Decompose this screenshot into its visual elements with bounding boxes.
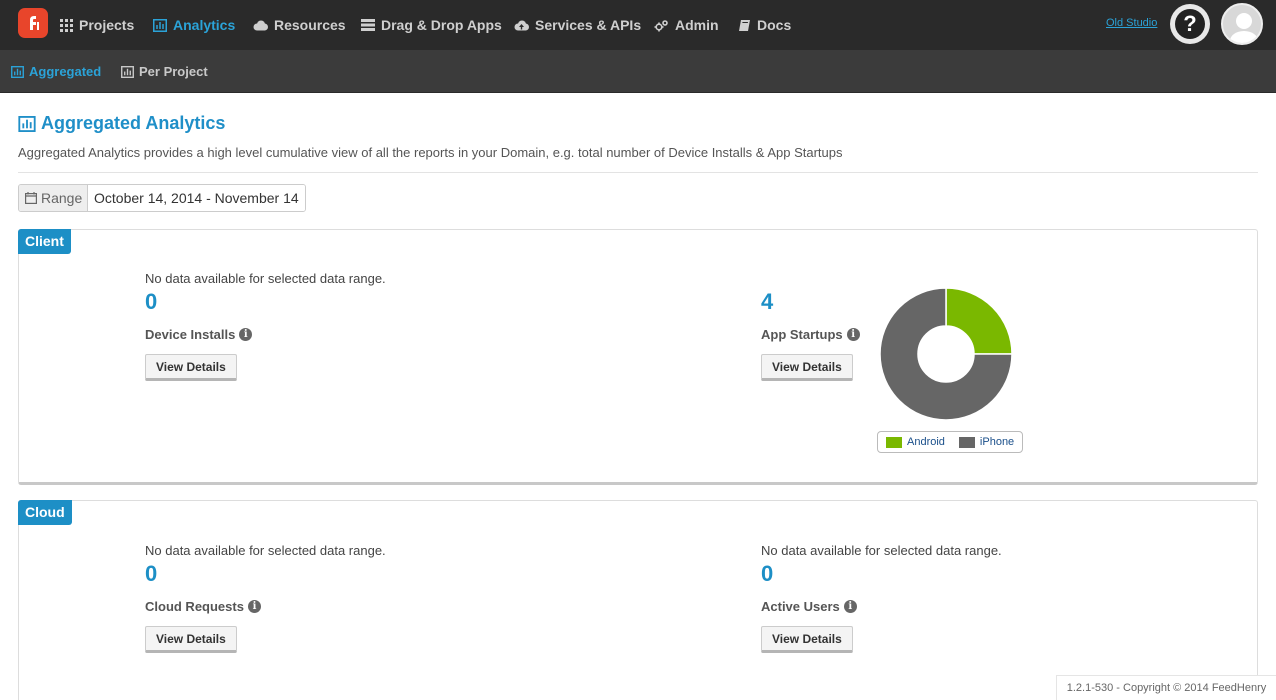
range-label-text: Range [41,190,83,206]
feedhenry-logo[interactable] [18,8,48,38]
user-avatar-icon [1230,13,1258,43]
app-startups-label: App Startups i [761,327,860,342]
nav-projects-label: Projects [79,17,135,33]
nav-admin[interactable]: Admin [654,0,719,50]
app-startups-label-text: App Startups [761,327,843,342]
device-installs-view-details-button[interactable]: View Details [145,354,237,381]
range-label: Range [19,185,88,211]
subnav-per-project[interactable]: Per Project [121,50,208,93]
bar-chart-icon [18,115,36,132]
grid-icon [60,18,73,32]
logo-icon [30,16,39,30]
cloud-requests-value: 0 [145,561,158,586]
page-title: Aggregated Analytics [18,113,225,134]
app-startups-donut-chart [879,287,1013,421]
sub-navbar: Aggregated Per Project [0,50,1276,93]
app-startups-metric: 4 App Startups i View Details [761,271,860,381]
nav-drag-drop-apps[interactable]: Drag & Drop Apps [361,0,502,50]
active-users-metric: No data available for selected data rang… [761,543,1002,653]
no-data-message: No data available for selected data rang… [145,543,386,558]
active-users-view-details-button[interactable]: View Details [761,626,853,653]
nav-services-apis[interactable]: Services & APIs [514,0,641,50]
nav-analytics-label: Analytics [173,17,236,33]
device-installs-label: Device Installs i [145,327,386,342]
cloud-tag: Cloud [18,500,72,525]
cloud-requests-metric: No data available for selected data rang… [145,543,386,653]
subnav-aggregated[interactable]: Aggregated [11,50,101,93]
client-panel: Client No data available for selected da… [18,229,1258,485]
info-icon[interactable]: i [846,328,860,341]
nav-docs[interactable]: Docs [738,0,791,50]
cloud-panel: Cloud No data available for selected dat… [18,500,1258,700]
legend-label-iphone: iPhone [979,436,1015,448]
nav-resources[interactable]: Resources [253,0,346,50]
device-installs-label-text: Device Installs [145,327,236,342]
info-icon[interactable]: i [239,328,253,341]
app-startups-view-details-button[interactable]: View Details [761,354,853,381]
nav-admin-label: Admin [675,17,719,33]
nav-projects[interactable]: Projects [60,0,134,50]
legend-label-android: Android [907,436,945,448]
book-icon [738,19,751,32]
donut-slice-android[interactable] [945,287,1013,355]
nav-analytics[interactable]: Analytics [153,0,235,50]
nav-drag-drop-label: Drag & Drop Apps [381,17,502,33]
legend-swatch-android [886,436,902,448]
cloud-requests-label-text: Cloud Requests [145,599,244,614]
legend-swatch-iphone [958,436,975,448]
active-users-value: 0 [761,561,774,586]
app-startups-value: 4 [761,289,774,314]
old-studio-link[interactable]: Old Studio [1106,17,1157,29]
date-range-picker: Range [18,184,306,212]
info-icon[interactable]: i [247,600,261,613]
cloud-upload-icon [514,20,529,31]
page-title-text: Aggregated Analytics [41,113,226,133]
info-icon[interactable]: i [843,600,857,613]
chart-legend: Android iPhone [877,431,1024,453]
no-data-message: No data available for selected data rang… [145,271,386,286]
help-button[interactable]: ? [1170,4,1210,44]
subnav-aggregated-label: Aggregated [29,64,102,79]
client-tag: Client [18,229,71,254]
divider [18,172,1258,173]
active-users-label: Active Users i [761,599,1002,614]
calendar-icon [25,192,37,204]
page-description: Aggregated Analytics provides a high lev… [18,145,843,160]
gears-icon [654,19,669,32]
device-installs-metric: No data available for selected data rang… [145,271,386,381]
device-installs-value: 0 [145,289,158,314]
footer-copyright: 1.2.1-530 - Copyright © 2014 FeedHenry [1056,675,1276,700]
subnav-per-project-label: Per Project [139,64,208,79]
nav-docs-label: Docs [757,17,792,33]
bar-chart-icon [11,65,24,78]
no-data-message [761,271,860,287]
bar-chart-icon [121,65,134,78]
cloud-requests-label: Cloud Requests i [145,599,386,614]
top-navbar: Projects Analytics Resources Drag & Drop… [0,0,1276,50]
list-icon [361,19,375,31]
avatar[interactable] [1221,3,1263,45]
nav-services-label: Services & APIs [535,17,642,33]
bar-chart-icon [153,18,167,32]
nav-resources-label: Resources [274,17,346,33]
date-range-input[interactable] [88,185,305,211]
active-users-label-text: Active Users [761,599,840,614]
cloud-icon [253,20,268,31]
cloud-requests-view-details-button[interactable]: View Details [145,626,237,653]
no-data-message: No data available for selected data rang… [761,543,1002,558]
help-icon: ? [1175,9,1205,39]
